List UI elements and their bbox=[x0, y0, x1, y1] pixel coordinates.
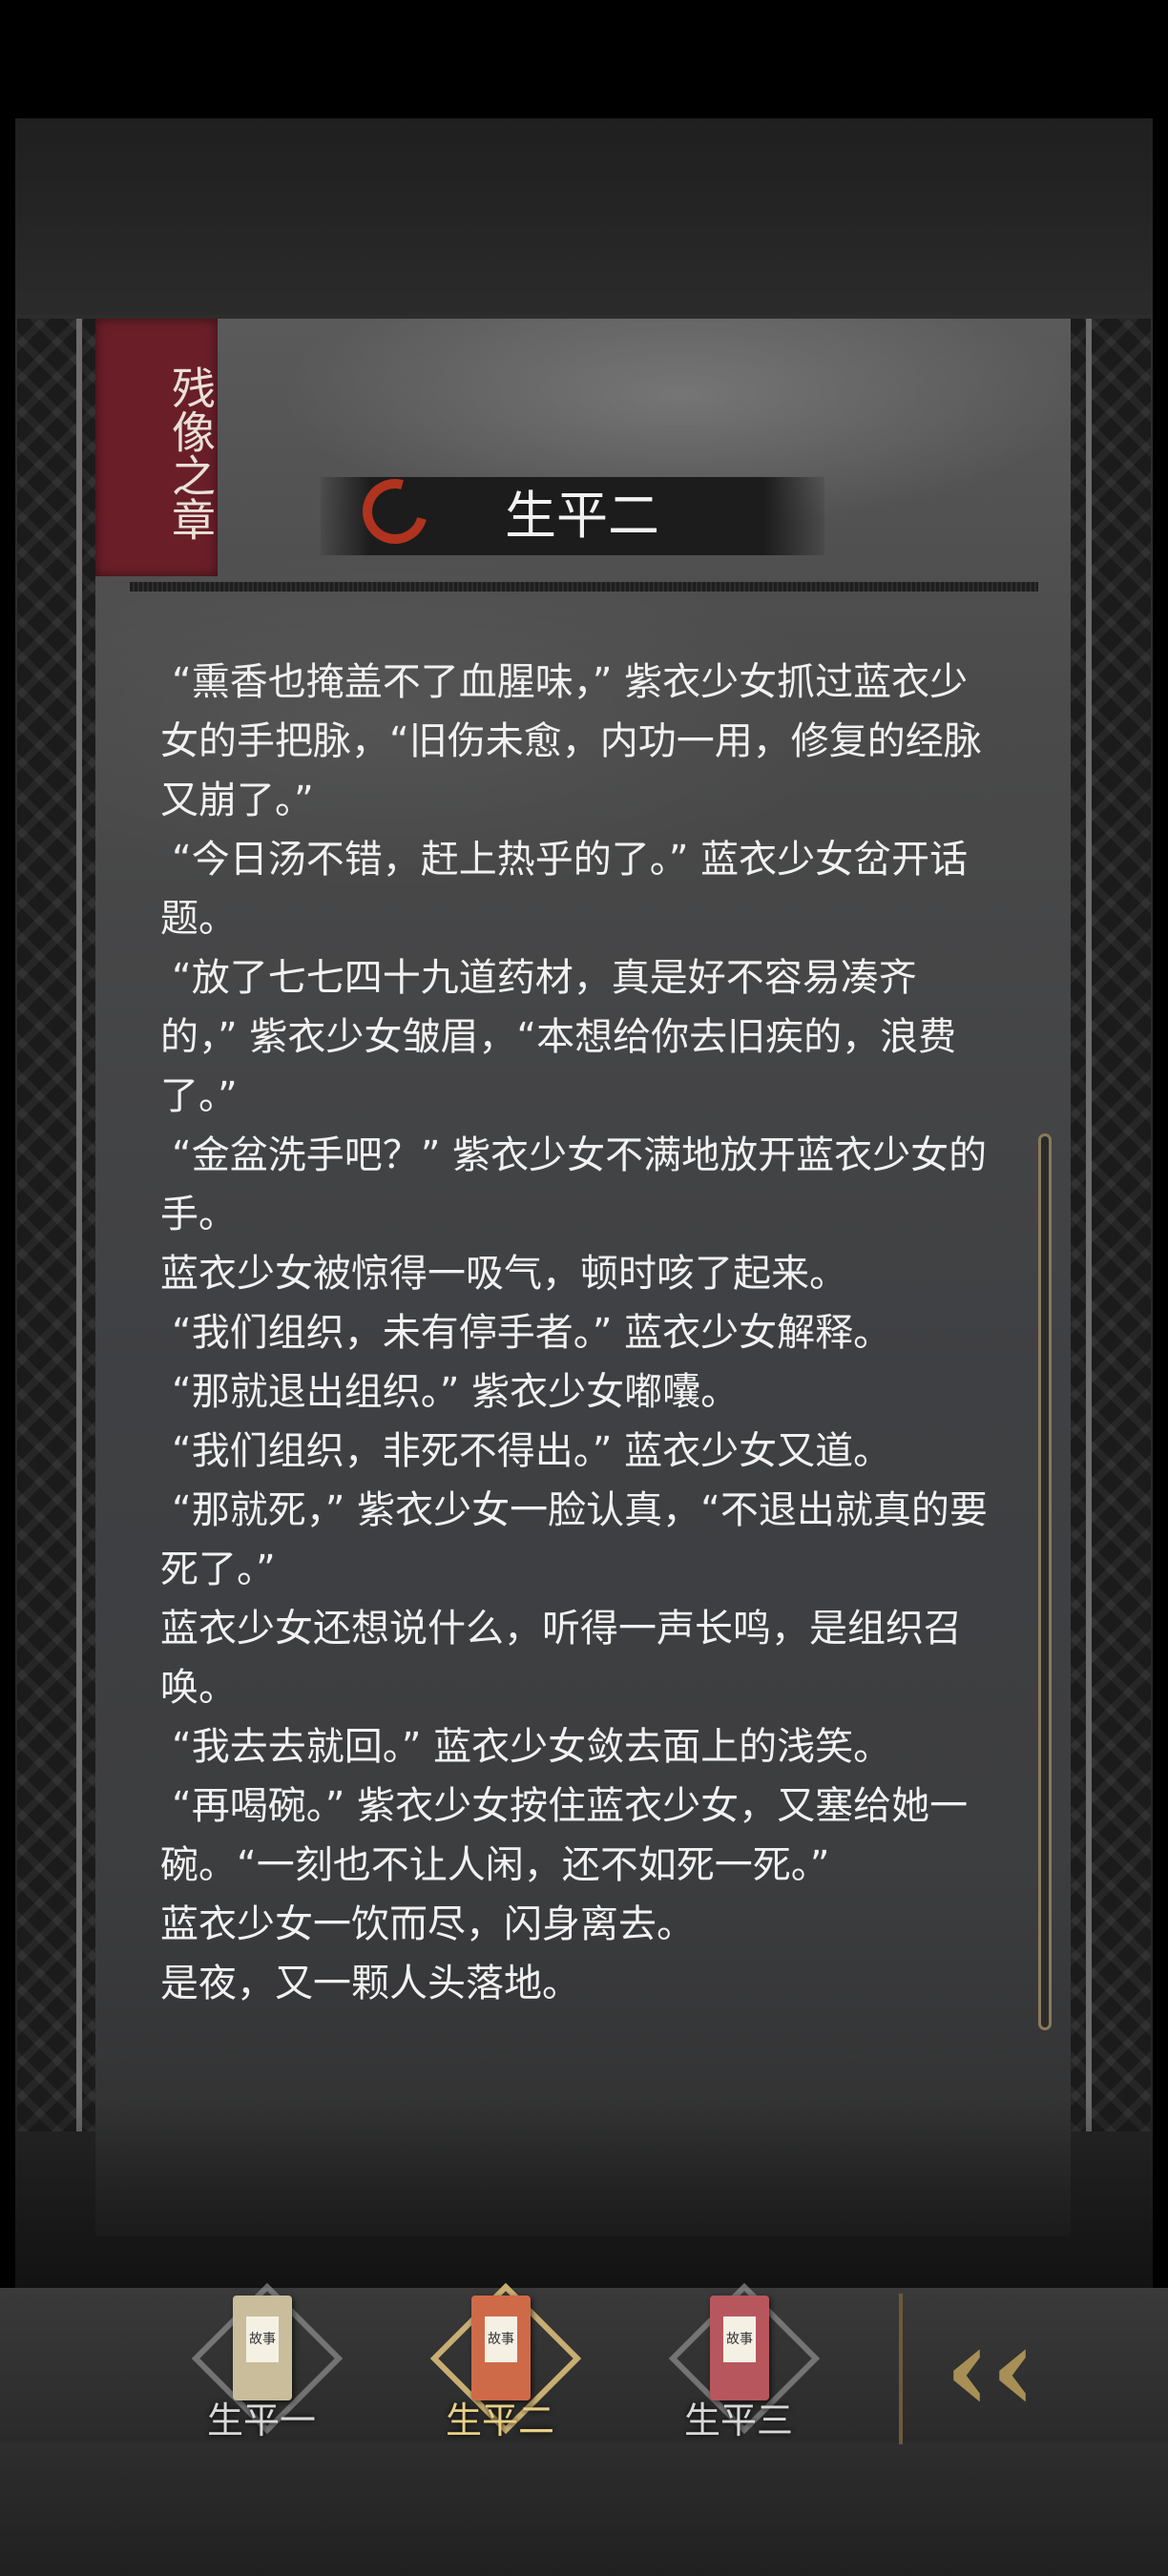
story-paragraph: “放了七七四十九道药材，真是好不容易凑齐的，” 紫衣少女皱眉，“本想给你去旧疾的… bbox=[160, 956, 957, 1118]
tab-label: 生平二 bbox=[445, 2399, 554, 2441]
story-paragraph: 蓝衣少女一饮而尽，闪身离去。 bbox=[160, 1902, 695, 1946]
story-paragraph: “那就死，” 紫衣少女一脸认真，“不退出就真的要死了。” bbox=[160, 1488, 988, 1591]
book-label: 故事 bbox=[723, 2316, 756, 2362]
chapter-title: 生平二 bbox=[505, 486, 659, 546]
top-dark-area bbox=[15, 118, 1153, 319]
title-divider bbox=[130, 582, 1038, 592]
story-paragraph: “我们组织，未有停手者。” 蓝衣少女解释。 bbox=[172, 1311, 892, 1355]
tab-label: 生平一 bbox=[206, 2399, 316, 2441]
book-label: 故事 bbox=[246, 2316, 279, 2362]
right-ornament-border bbox=[1071, 319, 1151, 2131]
story-paragraph: “我们组织，非死不得出。” 蓝衣少女又道。 bbox=[172, 1429, 892, 1473]
story-paragraph: “熏香也掩盖不了血腥味，” 紫衣少女抓过蓝衣少女的手把脉，“旧伤未愈，内功一用，… bbox=[160, 660, 982, 822]
story-text[interactable]: “熏香也掩盖不了血腥味，” 紫衣少女抓过蓝衣少女的手把脉，“旧伤未愈，内功一用，… bbox=[160, 653, 991, 2013]
back-button[interactable]: ‹‹ bbox=[916, 2294, 1126, 2437]
bottom-strip bbox=[0, 2442, 1168, 2576]
story-paragraph: “我去去就回。” 蓝衣少女敛去面上的浅笑。 bbox=[172, 1725, 892, 1769]
story-paragraph: 蓝衣少女被惊得一吸气，顿时咳了起来。 bbox=[160, 1252, 847, 1296]
book-icon: 故事 bbox=[233, 2296, 292, 2400]
chapter-tag-text: 残像之章 bbox=[165, 365, 217, 541]
story-paragraph: 是夜，又一颗人头落地。 bbox=[160, 1962, 580, 2005]
bottom-fog bbox=[15, 2099, 1153, 2290]
story-paragraph: 蓝衣少女还想说什么，听得一声长鸣，是组织召唤。 bbox=[160, 1607, 962, 1710]
chapter-tag: 残像之章 bbox=[95, 319, 218, 576]
right-rail bbox=[1086, 319, 1092, 2131]
tab-label: 生平三 bbox=[683, 2399, 793, 2441]
story-scrollbar[interactable] bbox=[1038, 1133, 1052, 2030]
story-paragraph: “今日汤不错，赶上热乎的了。” 蓝衣少女岔开话题。 bbox=[160, 838, 969, 941]
story-paragraph: “金盆洗手吧？” 紫衣少女不满地放开蓝衣少女的手。 bbox=[160, 1133, 988, 1236]
tab-life-three[interactable]: 故事 生平三 bbox=[653, 2282, 824, 2442]
tab-life-two[interactable]: 故事 生平二 bbox=[414, 2282, 586, 2442]
left-rail bbox=[76, 319, 82, 2131]
tab-separator bbox=[899, 2294, 903, 2444]
story-paragraph: “再喝碗。” 紫衣少女按住蓝衣少女，又塞给她一碗。“一刻也不让人闲，还不如死一死… bbox=[160, 1784, 969, 1887]
book-icon: 故事 bbox=[471, 2296, 531, 2400]
story-paragraph: “那就退出组织。” 紫衣少女嘟囔。 bbox=[172, 1370, 740, 1414]
book-icon: 故事 bbox=[710, 2296, 769, 2400]
tab-life-one[interactable]: 故事 生平一 bbox=[176, 2282, 347, 2442]
double-chevron-left-icon: ‹‹ bbox=[945, 2302, 1036, 2437]
left-ornament-border bbox=[17, 319, 97, 2131]
book-label: 故事 bbox=[485, 2316, 517, 2362]
